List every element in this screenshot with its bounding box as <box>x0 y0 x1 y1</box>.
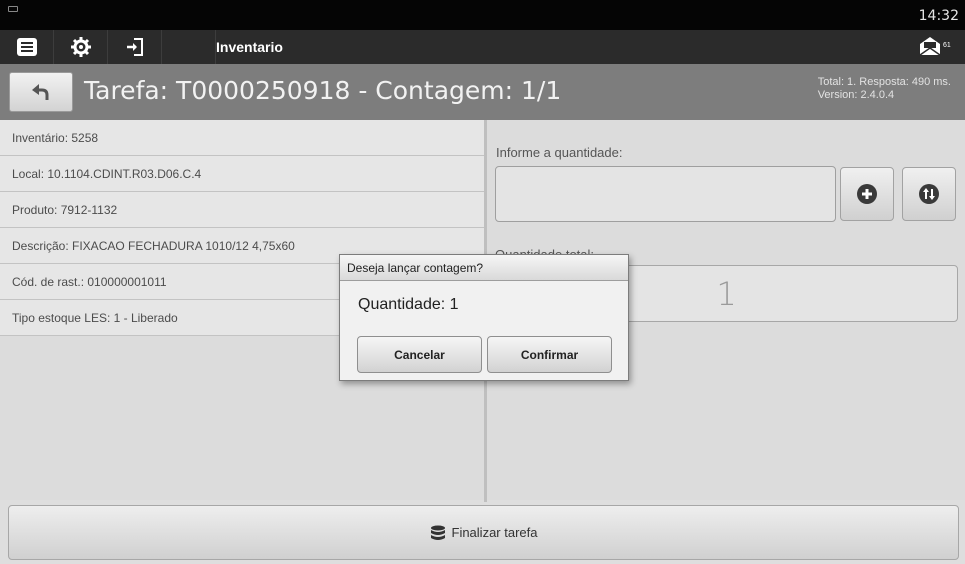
dialog-message: Quantidade: 1 <box>358 296 459 313</box>
plus-circle-icon <box>857 184 877 204</box>
finalize-task-button[interactable]: Finalizar tarefa <box>8 505 959 560</box>
add-quantity-button[interactable] <box>840 167 894 221</box>
back-button[interactable] <box>9 72 73 112</box>
system-status-bar: 14:32 <box>0 0 965 30</box>
task-title: Tarefa: T0000250918 - Contagem: 1/1 <box>84 76 562 105</box>
keyboard-icon <box>8 6 18 12</box>
swap-quantity-button[interactable] <box>902 167 956 221</box>
sign-in-icon <box>126 38 143 56</box>
detail-inventario: Inventário: 5258 <box>0 120 484 156</box>
app-screen: 14:32 Inventario 61 Tarefa: T0000250918 … <box>0 0 965 564</box>
list-menu-icon <box>16 38 37 56</box>
settings-button[interactable] <box>54 30 108 64</box>
detail-local: Local: 10.1104.CDINT.R03.D06.C.4 <box>0 156 484 192</box>
app-title: Inventario <box>216 39 283 55</box>
confirm-dialog: Deseja lançar contagem? Quantidade: 1 Ca… <box>339 254 629 381</box>
dialog-title: Deseja lançar contagem? <box>340 255 628 281</box>
version-info: Version: 2.4.0.4 <box>817 89 895 101</box>
gear-icon <box>70 37 91 57</box>
finalize-label: Finalizar tarefa <box>451 525 538 540</box>
mail-count: 61 <box>943 42 951 49</box>
undo-arrow-icon <box>32 84 49 100</box>
action-bar: Inventario 61 <box>0 30 965 64</box>
clock: 14:32 <box>918 8 959 24</box>
quantity-label: Informe a quantidade: <box>496 145 623 160</box>
quantity-input[interactable] <box>495 166 836 222</box>
detail-produto: Produto: 7912-1132 <box>0 192 484 228</box>
swap-arrows-circle-icon <box>919 184 939 204</box>
exit-button[interactable] <box>108 30 162 64</box>
mail-icon <box>919 37 941 56</box>
database-icon <box>430 525 445 540</box>
messages-button[interactable]: 61 <box>919 35 955 59</box>
task-info: Total: 1. Resposta: 490 ms. Version: 2.4… <box>818 76 951 102</box>
response-info: Total: 1. Resposta: 490 ms. <box>817 76 951 88</box>
confirm-button[interactable]: Confirmar <box>487 336 612 373</box>
action-bar-separator <box>162 30 216 64</box>
cancel-button[interactable]: Cancelar <box>357 336 482 373</box>
menu-button[interactable] <box>0 30 54 64</box>
task-header: Tarefa: T0000250918 - Contagem: 1/1 Tota… <box>0 64 965 120</box>
